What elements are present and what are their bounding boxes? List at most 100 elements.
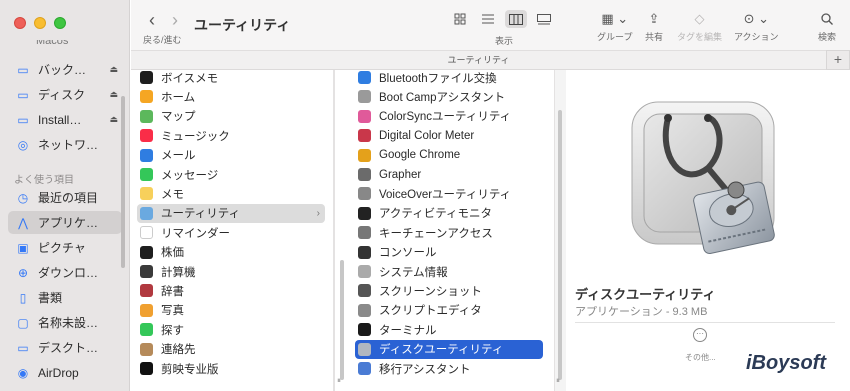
applications-scrollbar[interactable]: [340, 260, 344, 380]
more-icon[interactable]: ···: [693, 328, 707, 342]
eject-icon[interactable]: ⏏: [109, 89, 118, 100]
list-item[interactable]: スクリプトエディタ: [355, 301, 543, 320]
back-button[interactable]: ‹: [149, 10, 155, 31]
globe-icon: ◎: [17, 137, 29, 152]
drive-icon: ▭: [17, 62, 29, 77]
back-forward-label: 戻る/進む: [143, 35, 182, 45]
sidebar-scrollbar[interactable]: [121, 96, 125, 268]
column-view-button[interactable]: [505, 10, 527, 28]
list-item-label: システム情報: [379, 266, 448, 279]
list-item[interactable]: 辞書: [137, 281, 325, 300]
desktop-icon: ▭: [17, 340, 29, 355]
app-icon: [358, 148, 371, 162]
list-item[interactable]: Digital Color Meter: [355, 126, 543, 145]
gallery-view-button[interactable]: [533, 10, 555, 28]
list-item[interactable]: ColorSyncユーティリティ: [355, 107, 543, 126]
list-item[interactable]: 剪映专业版: [137, 359, 325, 378]
list-item[interactable]: 移行アシスタント: [355, 359, 543, 378]
list-item[interactable]: ユーティリティ ›: [137, 203, 325, 223]
list-item-label: メモ: [161, 188, 184, 201]
search-button[interactable]: 検索: [818, 8, 836, 48]
sidebar-item[interactable]: ▣ ピクチャ: [8, 236, 122, 259]
minimize-window-button[interactable]: [34, 17, 46, 29]
list-item[interactable]: Bluetoothファイル交換: [355, 70, 543, 87]
list-item[interactable]: Boot Campアシスタント: [355, 87, 543, 106]
forward-button[interactable]: ›: [172, 10, 178, 31]
sidebar-item[interactable]: ⋀ アプリケ…: [8, 211, 122, 234]
app-icon: [358, 206, 371, 220]
list-item[interactable]: 写真: [137, 301, 325, 320]
sidebar-item[interactable]: ▭ バック… ⏏: [8, 58, 122, 81]
list-item-label: メッセージ: [161, 169, 219, 182]
list-item[interactable]: 株価: [137, 243, 325, 262]
sidebar-item[interactable]: ◷ 最近の項目: [8, 186, 122, 209]
edit-tags-button[interactable]: ◇ タグを編集: [677, 8, 722, 48]
sidebar-item-label: 名称未設…: [38, 316, 99, 330]
app-icon: [358, 284, 371, 298]
list-item[interactable]: アクティビティモニタ: [355, 204, 543, 223]
list-item-label: 探す: [161, 324, 184, 337]
share-button[interactable]: ⇪ 共有: [645, 8, 663, 48]
list-item[interactable]: メール: [137, 146, 325, 165]
list-item[interactable]: ミュージック: [137, 126, 325, 145]
close-window-button[interactable]: [14, 17, 26, 29]
search-icon: [821, 8, 833, 30]
app-icon: [140, 148, 153, 162]
list-item[interactable]: ボイスメモ: [137, 70, 325, 87]
action-button[interactable]: ⊙ ⌄ アクション: [734, 8, 779, 48]
list-item[interactable]: 計算機: [137, 262, 325, 281]
sidebar-item[interactable]: ▯ 書類: [8, 286, 122, 309]
new-tab-button[interactable]: +: [826, 50, 850, 70]
sidebar-item[interactable]: ▭ ディスク ⏏: [8, 83, 122, 106]
group-button[interactable]: ▦ ⌄ グループ: [597, 8, 632, 48]
edit-tags-label: タグを編集: [677, 32, 723, 42]
list-item[interactable]: メッセージ: [137, 165, 325, 184]
sidebar-item-cut-off: Macos: [36, 40, 69, 47]
list-item-label: ターミナル: [379, 324, 437, 337]
list-item[interactable]: リマインダー: [137, 223, 325, 242]
group-label: グループ: [597, 32, 633, 42]
zoom-window-button[interactable]: [54, 17, 66, 29]
list-item[interactable]: ホーム: [137, 87, 325, 106]
utilities-scrollbar[interactable]: [558, 110, 562, 380]
finder-window: Macos ▭ バック… ⏏ ▭ ディスク ⏏ ▭ Install… ⏏ ◎ ネットワ… よく使う項…: [0, 0, 850, 391]
list-item[interactable]: ディスクユーティリティ: [355, 339, 543, 359]
app-icon: [358, 323, 371, 337]
list-item[interactable]: 探す: [137, 320, 325, 339]
list-item[interactable]: Google Chrome: [355, 146, 543, 165]
list-item[interactable]: キーチェーンアクセス: [355, 223, 543, 242]
list-item[interactable]: コンソール: [355, 243, 543, 262]
list-item[interactable]: VoiceOverユーティリティ: [355, 184, 543, 203]
sidebar-item[interactable]: ◉ AirDrop: [8, 361, 122, 384]
list-view-button[interactable]: [477, 10, 499, 28]
app-icon: [140, 90, 153, 104]
list-item[interactable]: スクリーンショット: [355, 281, 543, 300]
list-item-label: メール: [161, 150, 196, 163]
divider: [575, 322, 835, 323]
eject-icon[interactable]: ⏏: [109, 114, 118, 125]
sidebar-item[interactable]: ▭ デスクト…: [8, 336, 122, 359]
column-resize-handle[interactable]: ⏸: [556, 376, 560, 386]
more-label[interactable]: その他...: [685, 352, 716, 363]
sidebar-item[interactable]: ⊕ ダウンロ…: [8, 261, 122, 284]
list-item[interactable]: マップ: [137, 107, 325, 126]
app-icon: [358, 362, 371, 375]
sidebar-item[interactable]: ◎ ネットワ…: [8, 133, 122, 156]
sidebar-item-label: デスクト…: [38, 341, 99, 355]
list-item[interactable]: システム情報: [355, 262, 543, 281]
eject-icon[interactable]: ⏏: [109, 64, 118, 75]
list-item[interactable]: メモ: [137, 184, 325, 203]
more-actions-icon: ⊙ ⌄: [743, 11, 769, 26]
column-resize-handle[interactable]: ⏸: [337, 376, 341, 386]
list-item[interactable]: Grapher: [355, 165, 543, 184]
app-icon: [140, 71, 153, 84]
list-item[interactable]: ターミナル: [355, 320, 543, 339]
clock-icon: ◷: [17, 190, 29, 205]
icon-view-button[interactable]: [449, 10, 471, 28]
list-item[interactable]: 連絡先: [137, 340, 325, 359]
sidebar-item[interactable]: ▢ 名称未設…: [8, 311, 122, 334]
apps-icon: ⋀: [18, 215, 28, 230]
path-bar[interactable]: ユーティリティ: [131, 50, 826, 70]
list-item-label: Google Chrome: [379, 149, 461, 162]
sidebar-item[interactable]: ▭ Install… ⏏: [8, 108, 122, 131]
